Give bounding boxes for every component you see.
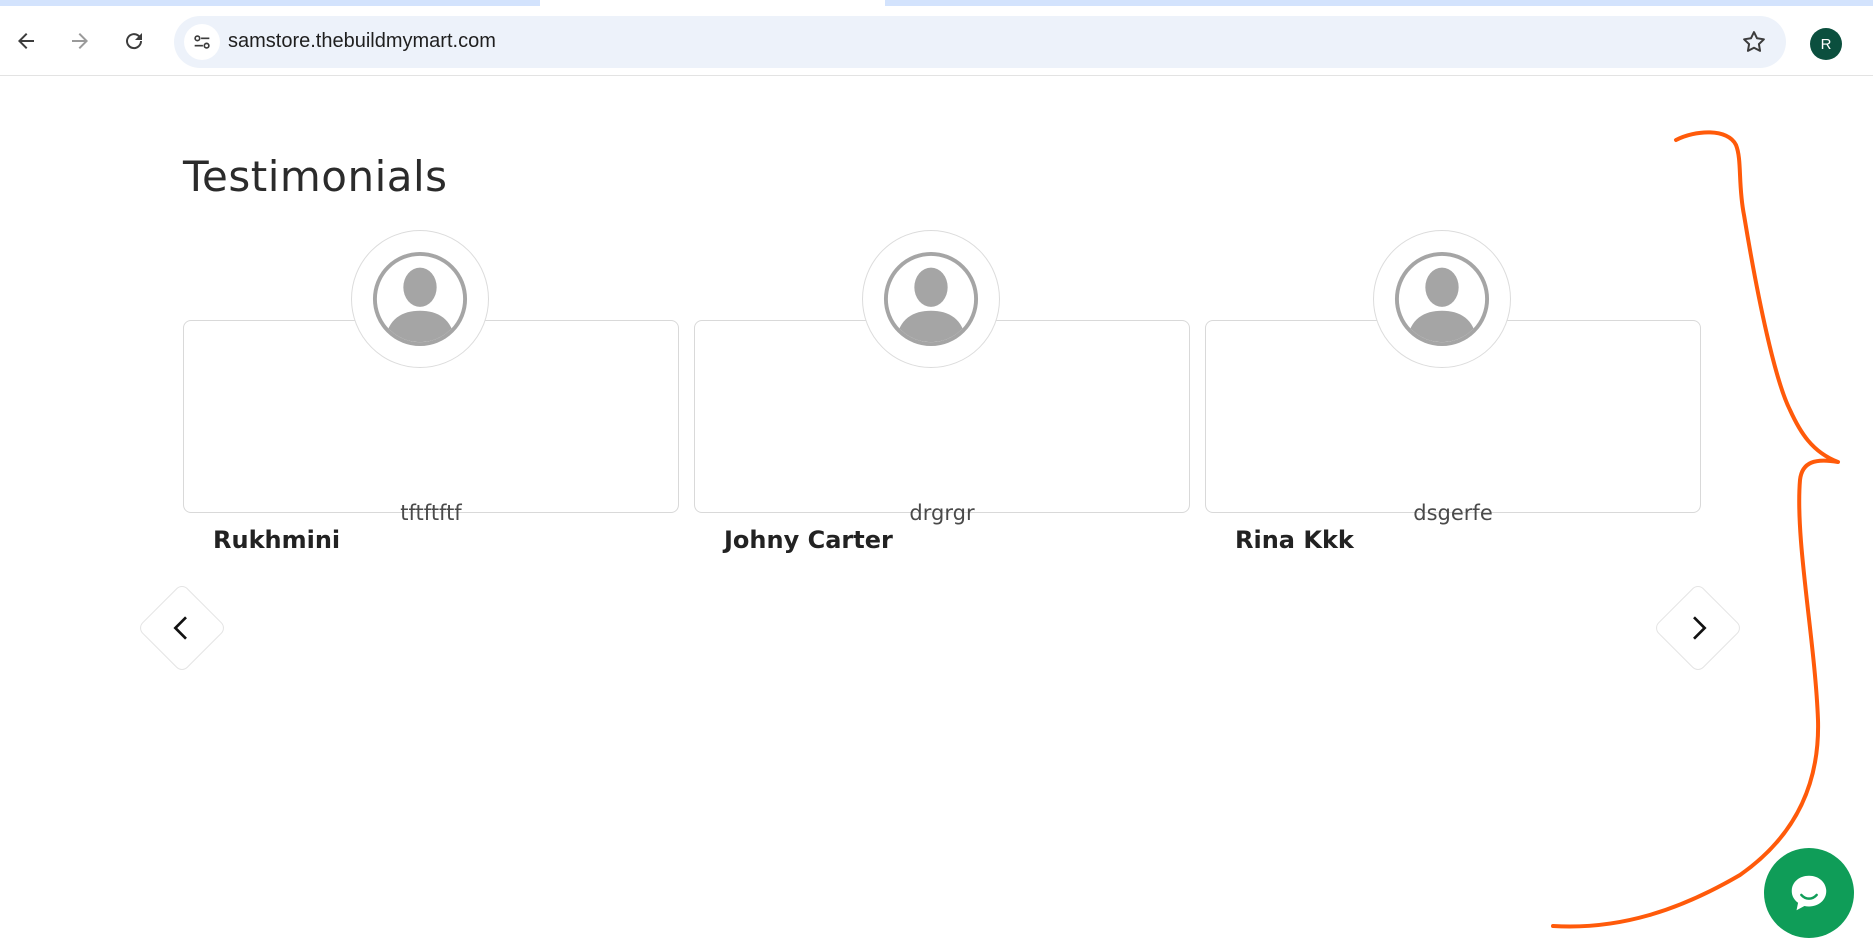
avatar xyxy=(862,230,1000,368)
testimonial-name: Rukhmini xyxy=(213,526,341,554)
forward-arrow-icon xyxy=(72,33,88,49)
url-text[interactable]: samstore.thebuildmymart.com xyxy=(228,30,496,53)
back-button[interactable] xyxy=(8,23,44,59)
star-icon[interactable] xyxy=(1740,28,1768,56)
chat-widget-button[interactable] xyxy=(1764,848,1854,938)
browser-toolbar: samstore.thebuildmymart.com R xyxy=(0,6,1873,76)
reload-icon xyxy=(126,33,143,50)
address-bar[interactable]: samstore.thebuildmymart.com xyxy=(174,16,1786,68)
testimonial-name: Johny Carter xyxy=(724,526,893,554)
site-info-button[interactable] xyxy=(184,24,220,60)
testimonial-quote: dsgerfe xyxy=(1413,501,1493,525)
testimonial-name: Rina Kkk xyxy=(1235,526,1354,554)
chat-icon xyxy=(1791,875,1827,911)
page-content: Testimonials tftftftf Rukhmini drgrgr Jo… xyxy=(0,77,1873,946)
profile-avatar[interactable]: R xyxy=(1810,28,1842,60)
avatar xyxy=(351,230,489,368)
reload-button[interactable] xyxy=(116,23,152,59)
avatar xyxy=(1373,230,1511,368)
testimonial-quote: tftftftf xyxy=(400,501,462,525)
chevron-right-icon xyxy=(1693,616,1707,640)
user-silhouette-icon xyxy=(1394,251,1490,347)
back-arrow-icon xyxy=(18,33,34,49)
user-silhouette-icon xyxy=(883,251,979,347)
testimonial-carousel: tftftftf Rukhmini drgrgr Johny Carter ds… xyxy=(183,230,1701,590)
testimonial-quote: drgrgr xyxy=(909,501,975,525)
carousel-prev-button[interactable] xyxy=(136,582,228,674)
tune-icon xyxy=(194,35,210,49)
page-title: Testimonials xyxy=(183,152,448,201)
forward-button[interactable] xyxy=(62,23,98,59)
user-silhouette-icon xyxy=(372,251,468,347)
carousel-next-button[interactable] xyxy=(1652,582,1744,674)
chevron-left-icon xyxy=(173,616,187,640)
